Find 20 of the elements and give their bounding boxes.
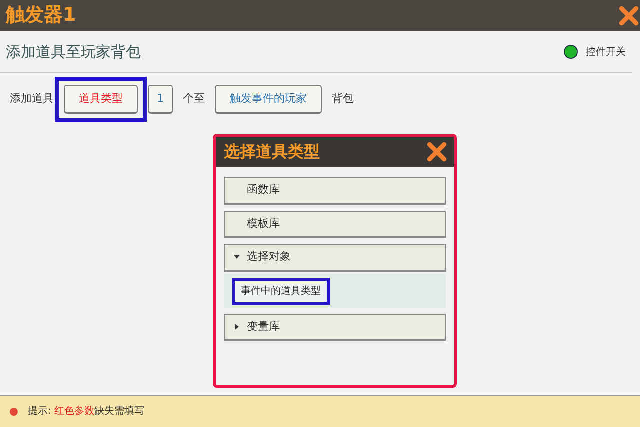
parameter-button[interactable]: 道具类型 bbox=[64, 84, 138, 114]
category-item[interactable]: 变量库 bbox=[224, 314, 446, 341]
category-item[interactable]: 选择对象 bbox=[224, 244, 446, 272]
dialog-title: 选择道具类型 bbox=[224, 141, 320, 163]
parameter-button[interactable]: 触发事件的玩家 bbox=[215, 84, 322, 114]
warning-dot bbox=[10, 408, 18, 416]
statement-text: 添加道具 bbox=[10, 91, 54, 107]
subcategory-item[interactable]: 事件中的道具类型 bbox=[232, 278, 330, 304]
category-item[interactable]: 模板库 bbox=[224, 210, 446, 238]
statement-text: 个至 bbox=[183, 91, 205, 107]
category-item[interactable]: 函数库 bbox=[224, 177, 446, 204]
statement-text: 背包 bbox=[332, 91, 354, 107]
hint-text: 提示: 红色参数缺失需填写 bbox=[28, 404, 145, 419]
window-title: 触发器1 bbox=[6, 3, 76, 28]
close-icon[interactable] bbox=[618, 4, 640, 26]
section-title: 添加道具至玩家背包 bbox=[6, 42, 141, 63]
toggle-indicator[interactable] bbox=[564, 45, 578, 60]
close-icon[interactable] bbox=[426, 141, 448, 163]
toggle-label: 控件开关 bbox=[586, 46, 626, 60]
number-button[interactable]: 1 bbox=[148, 84, 173, 114]
